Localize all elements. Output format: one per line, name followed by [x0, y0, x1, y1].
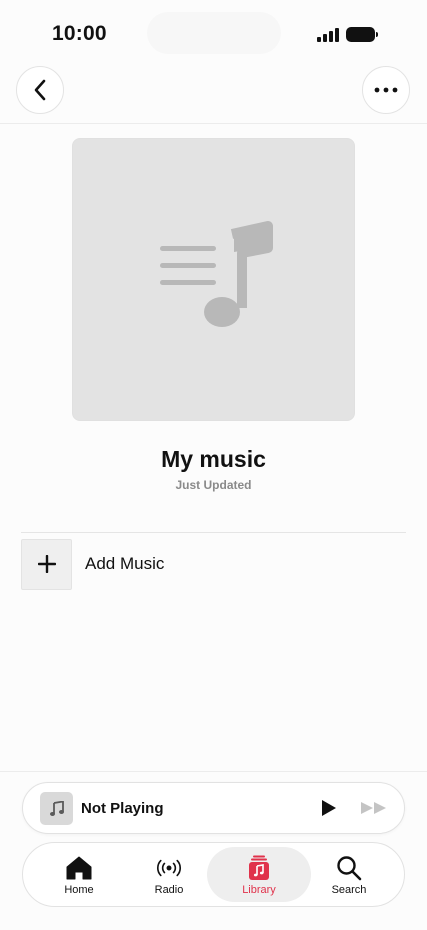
- play-icon: [322, 800, 336, 816]
- playlist-subtitle: Just Updated: [175, 478, 252, 492]
- status-bar: 10:00: [0, 0, 427, 64]
- tab-radio[interactable]: Radio: [125, 847, 213, 902]
- nav-bar: [0, 64, 427, 124]
- mini-player[interactable]: Not Playing: [22, 782, 405, 834]
- magnifier-icon: [337, 856, 362, 881]
- tab-library-label: Library: [242, 884, 276, 896]
- playlist-artwork: [72, 138, 355, 421]
- tab-search[interactable]: Search: [305, 847, 393, 902]
- library-icon: [249, 855, 269, 880]
- now-playing-title: Not Playing: [81, 800, 164, 817]
- more-options-button[interactable]: [362, 66, 410, 114]
- dynamic-island: [147, 12, 281, 54]
- tab-radio-label: Radio: [154, 884, 184, 896]
- add-music-row[interactable]: Add Music: [21, 538, 406, 590]
- plus-icon: [37, 555, 56, 573]
- tab-home-label: Home: [64, 884, 94, 896]
- playlist-title: My music: [161, 446, 266, 472]
- chevron-left-icon: [34, 79, 46, 101]
- mini-player-artwork: [40, 792, 73, 825]
- tab-bar: Home Radio Library Search: [22, 842, 405, 907]
- cellular-signal-icon: [317, 28, 339, 42]
- ellipsis-icon: [374, 87, 398, 93]
- house-icon: [66, 856, 92, 880]
- tab-library[interactable]: Library: [207, 847, 311, 902]
- add-music-tile[interactable]: [21, 538, 72, 590]
- music-note-icon: [49, 800, 64, 816]
- music-note-list-icon: [159, 220, 273, 327]
- back-button[interactable]: [16, 66, 64, 114]
- add-music-label: Add Music: [85, 554, 165, 573]
- play-button[interactable]: [317, 796, 341, 820]
- fast-forward-button[interactable]: [359, 796, 389, 820]
- status-time: 10:00: [52, 22, 107, 45]
- divider: [21, 532, 406, 533]
- bottom-divider: [0, 771, 427, 772]
- tab-home[interactable]: Home: [35, 847, 123, 902]
- radio-waves-icon: [157, 859, 181, 877]
- tab-search-label: Search: [331, 884, 367, 896]
- battery-icon: [346, 27, 378, 42]
- fast-forward-icon: [361, 802, 386, 814]
